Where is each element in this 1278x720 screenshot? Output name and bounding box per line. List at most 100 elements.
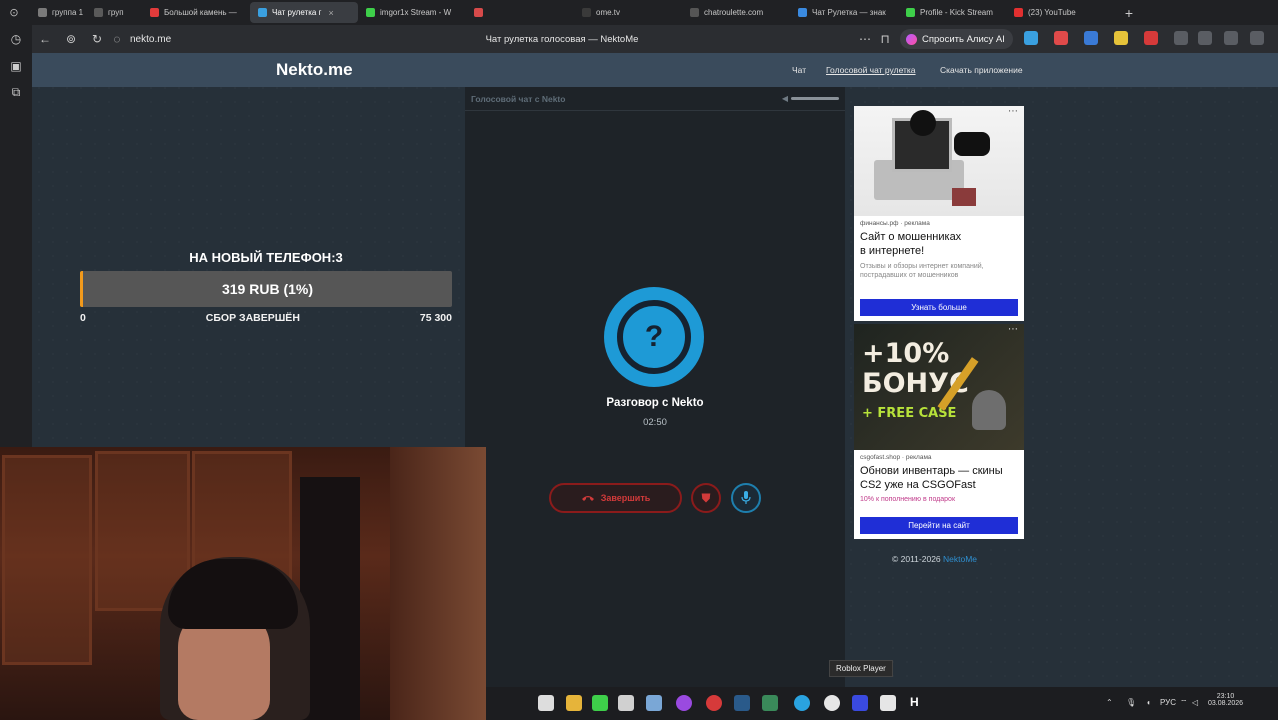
app-icon[interactable]: H [910,695,926,711]
extensions-puzzle-icon[interactable] [1174,31,1188,45]
site-info-icon[interactable]: ⊚ [58,25,84,53]
donation-goal: НА НОВЫЙ ТЕЛЕФОН:3 319 RUB (1%) 0 СБОР З… [80,250,452,324]
bookmark-icon[interactable]: ⊓ [872,25,898,53]
door [390,447,486,720]
tab-favicon-icon [366,8,375,17]
sound-tray-icon[interactable]: ◁ [1192,698,1198,707]
browser-tab[interactable]: chatroulette.com [682,2,790,23]
ad-cta-button[interactable]: Узнать больше [860,299,1018,316]
new-tab-button[interactable]: + [1120,4,1138,22]
speaker-icon: ◀ [781,94,788,103]
extension-icon[interactable] [1054,31,1068,45]
translate-icon[interactable] [1024,31,1038,45]
taskbar-tooltip: Roblox Player [829,660,893,677]
ad-banner[interactable]: ⋯ финансы.рф · реклама Сайт о мошенниках… [854,106,1024,321]
tab-favicon-icon [258,8,267,17]
extension-icon[interactable] [1144,31,1158,45]
tab-label: группа 1 [52,8,84,17]
tab-favicon-icon [690,8,699,17]
browser-tab[interactable]: imgor1x Stream - W [358,2,466,23]
end-call-button[interactable]: Завершить [549,483,682,513]
call-partner-label: Разговор с Nekto [606,397,704,409]
clock[interactable]: 23:10 03.08.2026 [1208,693,1243,707]
steam-icon[interactable] [734,695,750,711]
shield-icon: ⛊ [701,490,711,505]
store-icon[interactable] [618,695,634,711]
file-explorer-icon[interactable] [566,695,582,711]
browser-tab[interactable]: (23) YouTube [1006,2,1114,23]
browser-icon[interactable] [824,695,840,711]
ask-alisa-button[interactable]: Спросить Алису AI [900,29,1013,49]
site-logo[interactable]: Nekto.me [276,60,353,80]
volume-tray-icon[interactable]: ◖ [1146,698,1151,707]
browser-tab-strip: группа 1 груп Большой камень — Чат рулетка … [0,0,1278,25]
browser-tab[interactable]: Profile - Kick Stream [898,2,1006,23]
reload-icon[interactable]: ↻ [84,25,110,53]
app-icon[interactable] [762,695,778,711]
tray-arrow-icon[interactable]: ⌃ [1106,698,1113,707]
tab-label: (23) YouTube [1028,8,1076,17]
browser-tab[interactable]: груп [86,2,142,23]
app-icon[interactable] [706,695,722,711]
report-button[interactable]: ⛊ [691,483,721,513]
history-icon[interactable]: ◷ [0,25,32,52]
end-call-label: Завершить [600,493,651,503]
telegram-icon[interactable] [794,695,810,711]
tab-favicon-icon [582,8,591,17]
goal-amount: 319 RUB (1%) [221,281,314,297]
voice-chat-panel: Голосовой чат с Nekto ◀ ? Разговор с Nek… [465,87,845,687]
microphone-button[interactable] [731,483,761,513]
tab-label: chatroulette.com [704,8,764,17]
ad-image: ⋯ +10% БОНУС + FREE CASE [854,324,1024,450]
brand-link[interactable]: NektoMe [943,554,977,564]
more-icon[interactable]: ⋯ [1008,324,1018,335]
extension-icon[interactable] [1114,31,1128,45]
collections-icon[interactable] [1224,31,1238,45]
nav-link-download-app[interactable]: Скачать приложение [940,65,1023,75]
volume-track[interactable] [791,97,839,100]
browser-tab[interactable]: Большой камень — [142,2,250,23]
media-icon[interactable]: ▣ [0,52,32,79]
app-icon[interactable] [646,695,662,711]
browser-tab[interactable]: Чат Рулетка — знак [790,2,898,23]
ad-source: csgofast.shop · реклама [860,454,932,461]
mic-tray-icon[interactable]: 🎙︎ [1126,698,1136,707]
nav-link-voice-chat[interactable]: Голосовой чат рулетка [826,65,916,75]
task-view-icon[interactable] [538,695,554,711]
more-icon[interactable]: ⋯ [1008,106,1018,117]
browser-tab[interactable]: группа 1 [30,2,86,23]
app-icon[interactable] [592,695,608,711]
browser-tab[interactable] [466,2,574,23]
downloads-icon[interactable] [1250,31,1264,45]
ad-cta-button[interactable]: Перейти на сайт [860,517,1018,534]
voice-chat-header: Голосовой чат с Nekto ◀ [465,87,845,111]
browser-tab[interactable]: ome.tv [574,2,682,23]
tab-favicon-icon [38,8,47,17]
close-tab-icon[interactable]: × [328,8,333,18]
nav-link-chat[interactable]: Чат [792,65,806,75]
browser-tab[interactable]: Чат рулетка г × [250,2,358,23]
lock-icon[interactable]: ◌ [110,25,124,53]
app-icon[interactable] [880,695,896,711]
screenshot-icon[interactable]: ⧉ [0,79,32,106]
roblox-icon[interactable] [852,695,868,711]
ad-image-text: +10% [862,338,950,369]
browser-menu-icon[interactable]: ⊙ [0,0,28,25]
url-field[interactable]: nekto.me [130,34,171,45]
back-icon[interactable]: ← [32,25,58,53]
volume-slider[interactable]: ◀ [782,94,839,103]
language-indicator[interactable]: РУС [1160,698,1176,707]
cabinet [2,455,92,665]
extension-icon[interactable] [1084,31,1098,45]
network-tray-icon[interactable]: ⌔ [1180,698,1188,708]
webcam-overlay [0,447,486,720]
goal-max: 75 300 [419,312,452,324]
app-icon[interactable] [676,695,692,711]
glove-illustration [954,132,990,156]
tab-label: Большой камень — [164,8,237,17]
media-control-icon[interactable] [1198,31,1212,45]
goal-progress-bar: 319 RUB (1%) [80,271,452,307]
ad-banner[interactable]: ⋯ +10% БОНУС + FREE CASE csgofast.shop ·… [854,324,1024,539]
tab-label: Чат Рулетка — знак [812,8,886,17]
tab-favicon-icon [94,8,103,17]
